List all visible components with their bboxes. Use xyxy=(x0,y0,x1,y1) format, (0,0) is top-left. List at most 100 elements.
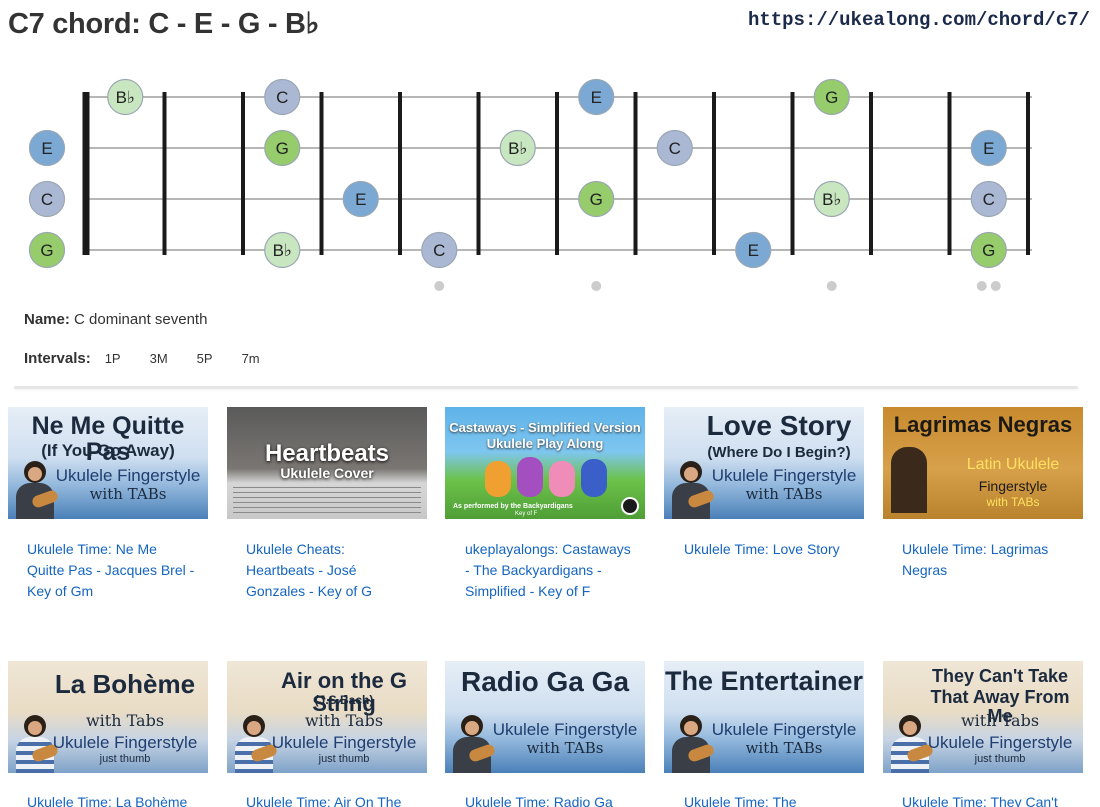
thumb-title: The Entertainer xyxy=(664,666,864,696)
chord-name-row: Name: C dominant seventh xyxy=(24,311,207,328)
fret-marker-dot xyxy=(591,281,602,291)
note-label: E xyxy=(591,88,602,107)
fret-marker-dot xyxy=(976,281,987,291)
interval-3: 5P xyxy=(196,351,213,366)
channel-logo-icon xyxy=(621,497,639,515)
thumb-line: Ukulele Fingerstyle xyxy=(927,733,1073,752)
video-card[interactable]: Heartbeats Ukulele Cover xyxy=(227,407,427,519)
video-thumbnail[interactable]: The Entertainer Ukulele Fingerstyle with… xyxy=(664,661,864,773)
video-thumbnail[interactable]: Radio Ga Ga Ukulele Fingerstyle with TAB… xyxy=(445,661,645,773)
thumb-line: Ukulele Fingerstyle xyxy=(52,733,198,752)
thumb-title: La Bohème xyxy=(54,669,196,699)
note-label: C xyxy=(41,190,53,209)
thumb-line: Ukulele Fingerstyle xyxy=(492,720,638,739)
video-title-link[interactable]: Ukulele Time: They Can't xyxy=(902,792,1072,807)
thumb-title: They Can't Take xyxy=(932,666,1068,686)
note-label: G xyxy=(982,241,995,260)
video-card[interactable]: Castaways - Simplified Version Ukulele P… xyxy=(445,407,645,519)
interval-2: 3M xyxy=(149,351,168,366)
thumb-line: Fingerstyle xyxy=(978,478,1048,494)
note-dot: G xyxy=(28,231,66,269)
character-image xyxy=(549,461,575,497)
video-card[interactable]: Radio Ga Ga Ukulele Fingerstyle with TAB… xyxy=(445,661,645,773)
video-card[interactable]: Ne Me Quitte Pas (If You Go Away) Ukulel… xyxy=(8,407,208,519)
video-thumbnail[interactable]: Ne Me Quitte Pas (If You Go Away) Ukulel… xyxy=(8,407,208,519)
note-label: C xyxy=(983,190,995,209)
video-thumbnail[interactable]: Lagrimas Negras Latin Ukulele Fingerstyl… xyxy=(883,407,1083,519)
note-dot: B♭ xyxy=(107,78,144,116)
note-label: B♭ xyxy=(822,190,841,209)
video-card[interactable]: Love Story (Where Do I Begin?) Ukulele F… xyxy=(664,407,864,519)
thumb-line: Key of F xyxy=(515,511,538,517)
character-image xyxy=(581,459,607,497)
thumb-line: just thumb xyxy=(99,753,151,765)
note-label: E xyxy=(983,139,994,158)
interval-4: 7m xyxy=(241,351,260,366)
thumb-subtitle: (Where Do I Begin?) xyxy=(707,444,851,461)
thumb-title: Lagrimas Negras xyxy=(893,412,1073,437)
thumb-line: with TABs xyxy=(986,495,1040,509)
thumb-line: with TABs xyxy=(745,485,823,503)
note-label: C xyxy=(669,139,681,158)
thumb-line: with Tabs xyxy=(85,711,165,730)
video-thumbnail[interactable]: Heartbeats Ukulele Cover xyxy=(227,407,427,519)
note-label: C xyxy=(433,241,445,260)
note-dot: G xyxy=(813,78,850,116)
note-dot: B♭ xyxy=(813,180,850,218)
thumb-title: Heartbeats xyxy=(264,440,390,467)
note-label: G xyxy=(276,139,289,158)
note-dot: G xyxy=(578,180,615,218)
video-card[interactable]: They Can't Take That Away From Me with T… xyxy=(883,661,1083,773)
character-image xyxy=(485,461,511,497)
thumb-line: Ukulele Fingerstyle xyxy=(55,466,201,485)
thumb-line: with TABs xyxy=(745,739,823,757)
video-title-link[interactable]: Ukulele Time: Love Story xyxy=(684,539,854,560)
video-title-link[interactable]: ukeplayalongs: Castaways - The Backyardi… xyxy=(465,539,635,602)
note-label: E xyxy=(355,190,366,209)
fret-marker-dot xyxy=(434,281,445,291)
chord-intervals-row: Intervals: 1P 3M 5P 7m xyxy=(24,350,289,367)
video-thumbnail[interactable]: They Can't Take That Away From Me with T… xyxy=(883,661,1083,773)
thumb-subtitle: (If You Go Away) xyxy=(41,441,175,460)
note-dot: E xyxy=(342,180,379,218)
note-label: B♭ xyxy=(116,88,135,107)
video-card[interactable]: Air on the G String (J.S.Bach) with Tabs… xyxy=(227,661,427,773)
video-title-link[interactable]: Ukulele Time: Air On The xyxy=(246,792,416,807)
video-thumbnail[interactable]: Love Story (Where Do I Begin?) Ukulele F… xyxy=(664,407,864,519)
page-title: C7 chord: C - E - G - B♭ xyxy=(8,8,319,40)
chord-name-label: Name: xyxy=(24,311,70,328)
thumb-subtitle: (J.S.Bach) xyxy=(314,693,374,707)
thumb-line: Latin Ukulele xyxy=(966,456,1060,473)
note-dot: C xyxy=(656,129,693,167)
thumb-line: As performed by the Backyardigans xyxy=(453,503,573,510)
video-card[interactable]: The Entertainer Ukulele Fingerstyle with… xyxy=(664,661,864,773)
note-dot: E xyxy=(28,129,66,167)
note-dot: C xyxy=(970,180,1007,218)
thumb-line: Ukulele Fingerstyle xyxy=(711,466,857,485)
video-title-link[interactable]: Ukulele Time: Radio Ga xyxy=(465,792,635,807)
video-thumbnail[interactable]: Castaways - Simplified Version Ukulele P… xyxy=(445,407,645,519)
note-dot: B♭ xyxy=(499,129,536,167)
video-card[interactable]: Lagrimas Negras Latin Ukulele Fingerstyl… xyxy=(883,407,1083,519)
video-card[interactable]: La Bohème with Tabs Ukulele Fingerstyle … xyxy=(8,661,208,773)
video-title-link[interactable]: Ukulele Time: La Bohème xyxy=(27,792,197,807)
note-label: C xyxy=(276,88,288,107)
chord-name-value: C dominant seventh xyxy=(74,311,208,328)
note-label: G xyxy=(40,241,53,260)
thumb-subtitle: Ukulele Play Along xyxy=(486,436,604,451)
thumb-line: Ukulele Fingerstyle xyxy=(271,733,417,752)
video-thumbnail[interactable]: Air on the G String (J.S.Bach) with Tabs… xyxy=(227,661,427,773)
video-title-link[interactable]: Ukulele Time: The xyxy=(684,792,854,807)
interval-1: 1P xyxy=(104,351,121,366)
note-label: E xyxy=(41,139,52,158)
video-thumbnail[interactable]: La Bohème with Tabs Ukulele Fingerstyle … xyxy=(8,661,208,773)
chord-url-link[interactable]: https://ukealong.com/chord/c7/ xyxy=(748,9,1090,31)
fret-marker-dot xyxy=(826,281,837,291)
video-title-link[interactable]: Ukulele Time: Ne Me Quitte Pas - Jacques… xyxy=(27,539,197,602)
note-dot: C xyxy=(28,180,66,218)
thumb-line: just thumb xyxy=(974,753,1026,765)
note-dot: B♭ xyxy=(264,231,301,269)
video-title-link[interactable]: Ukulele Time: Lagrimas Negras xyxy=(902,539,1072,581)
thumb-subtitle: Ukulele Cover xyxy=(280,465,374,481)
video-title-link[interactable]: Ukulele Cheats: Heartbeats - José Gonzal… xyxy=(246,539,416,602)
